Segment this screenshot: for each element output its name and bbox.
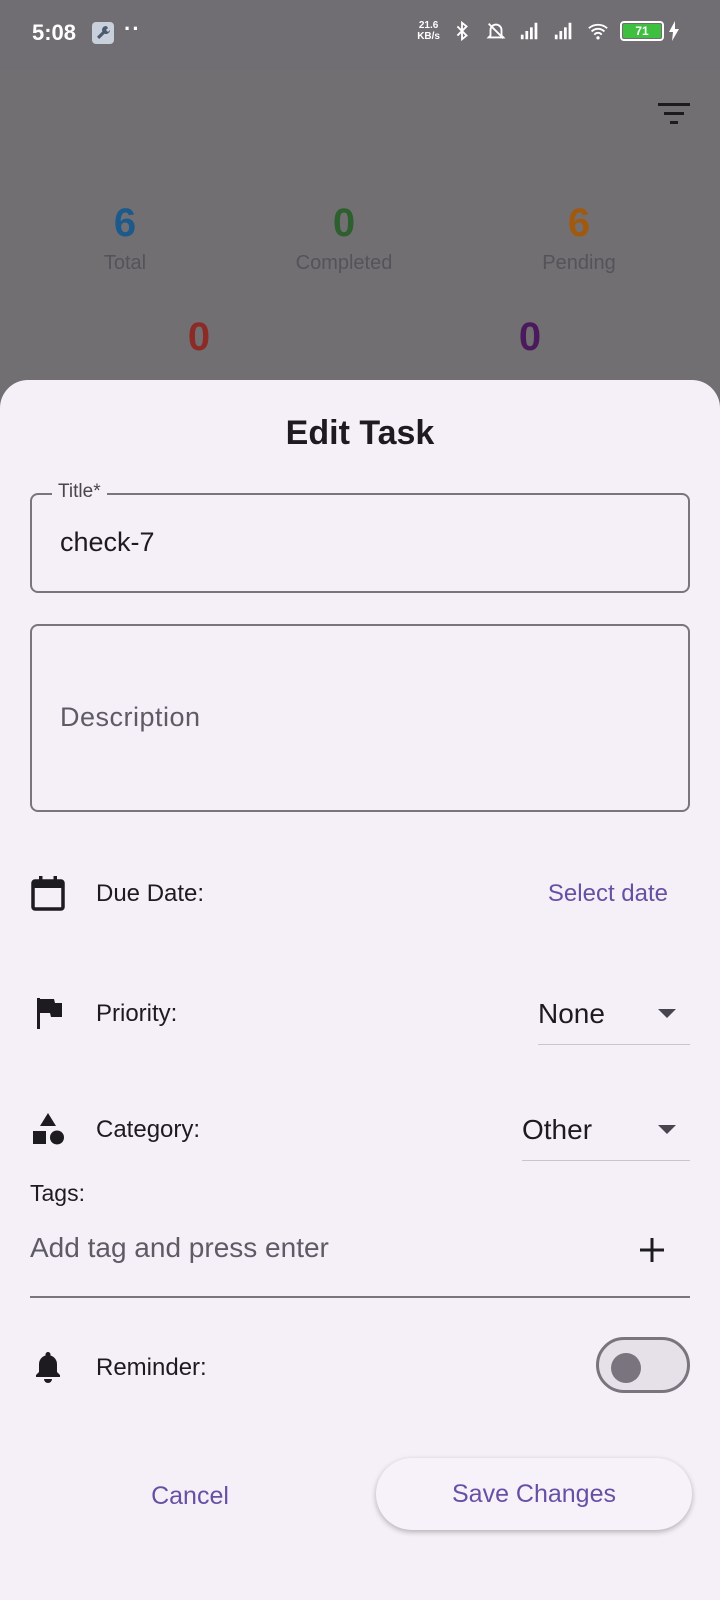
bell-icon [36, 1352, 60, 1383]
add-tag-button[interactable] [632, 1230, 672, 1270]
stat-pending: 6 Pending [542, 200, 615, 275]
filter-button[interactable] [654, 94, 694, 134]
speed-value: 21.6 [418, 20, 439, 31]
tags-placeholder: Add tag and press enter [30, 1232, 329, 1263]
description-placeholder: Description [60, 702, 201, 732]
stat-value: 0 [518, 315, 542, 359]
priority-dropdown[interactable]: None [538, 981, 690, 1045]
wrench-icon [92, 22, 114, 44]
flag-icon [37, 998, 62, 1029]
status-icons: 21.6 KB/s 71 [417, 20, 680, 42]
network-speed: 21.6 KB/s [417, 20, 440, 42]
speed-unit: KB/s [417, 31, 440, 42]
chevron-down-icon [658, 1009, 676, 1018]
category-dropdown[interactable]: Other [522, 1097, 690, 1161]
tags-input[interactable]: Add tag and press enter [30, 1218, 690, 1298]
priority-row: Priority: None [30, 981, 690, 1045]
toggle-knob [611, 1353, 641, 1383]
description-field[interactable]: Description [30, 624, 690, 812]
stat-fourth: 0 [188, 314, 210, 360]
priority-value: None [538, 998, 605, 1029]
category-label: Category: [96, 1116, 201, 1143]
due-date-label: Due Date: [96, 880, 205, 907]
title-field[interactable]: Title* check-7 [30, 481, 690, 593]
stat-label: Completed [295, 252, 393, 274]
category-row: Category: Other [30, 1097, 690, 1161]
stat-value: 6 [113, 201, 137, 245]
battery-level: 71 [623, 24, 661, 38]
wifi-icon [588, 23, 608, 40]
reminder-toggle[interactable] [596, 1337, 690, 1393]
select-date-button[interactable]: Select date [548, 880, 668, 908]
category-value: Other [522, 1114, 593, 1145]
status-bar: 5:08 ·· 21.6 KB/s 71 [0, 0, 720, 70]
stat-value: 0 [187, 315, 211, 359]
stat-total: 6 Total [104, 200, 146, 275]
stat-value: 0 [332, 201, 356, 245]
charging-icon [669, 21, 679, 41]
battery-icon: 71 [620, 21, 680, 41]
chevron-down-icon [658, 1125, 676, 1134]
priority-label: Priority: [96, 1000, 178, 1027]
notification-dots: ·· [124, 16, 141, 41]
app-bar [0, 70, 720, 162]
bluetooth-icon [456, 20, 468, 42]
calendar-icon [31, 876, 65, 911]
silent-icon [486, 23, 506, 39]
stats-panel: 6 Total 0 Completed 6 Pending 0 0 [0, 162, 720, 392]
tags-label: Tags: [30, 1180, 85, 1206]
stat-value: 6 [567, 201, 591, 245]
signal-icon [554, 22, 572, 40]
stat-completed: 0 Completed [296, 200, 393, 275]
due-date-row: Due Date: Select date [30, 865, 690, 925]
add-icon [640, 1238, 664, 1262]
stat-label: Pending [542, 252, 616, 274]
title-field-label: Title* [52, 481, 107, 503]
stat-fifth: 0 [519, 314, 541, 360]
cancel-button[interactable]: Cancel [80, 1460, 300, 1532]
dialog-title: Edit Task [285, 414, 435, 452]
category-icon [33, 1113, 64, 1145]
stat-label: Total [103, 252, 147, 274]
save-changes-button[interactable]: Save Changes [376, 1458, 692, 1530]
filter-icon [658, 103, 690, 124]
reminder-label: Reminder: [96, 1354, 207, 1381]
signal-icon [520, 22, 538, 40]
title-field-value: check-7 [60, 527, 155, 557]
reminder-row: Reminder: [30, 1337, 690, 1395]
edit-task-sheet: Edit Task Title* check-7 Description Due… [0, 380, 720, 1600]
status-time: 5:08 [32, 20, 77, 45]
